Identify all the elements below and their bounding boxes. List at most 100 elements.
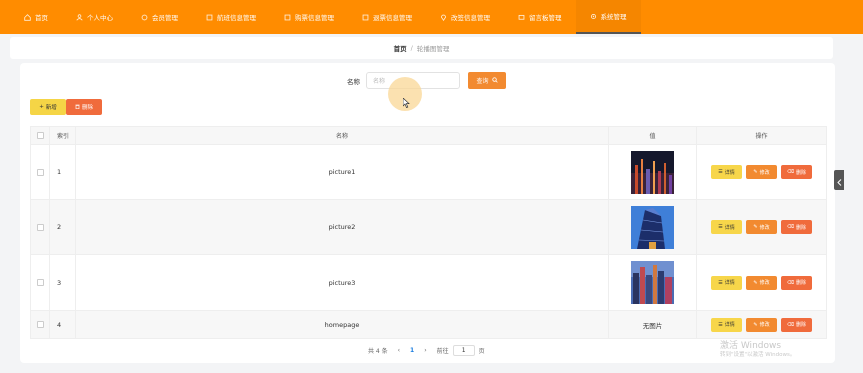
delete-button[interactable]: ⌫ 删除 xyxy=(781,220,812,234)
nav-item-label: 购票信息管理 xyxy=(295,14,334,22)
nav-item-messages[interactable]: 留言板管理 xyxy=(504,0,576,34)
row-value-cell xyxy=(609,255,697,310)
detail-button[interactable]: ☰ 详情 xyxy=(711,317,742,332)
edit-button[interactable]: ✎ 修改 xyxy=(746,317,777,332)
edit-button[interactable]: ✎ 修改 xyxy=(746,275,777,290)
edit-label: 修改 xyxy=(759,169,770,176)
row-value-text: 无图片 xyxy=(609,311,697,338)
edit-icon: ✎ xyxy=(753,169,758,175)
row-name: picture2 xyxy=(76,200,609,254)
mouse-cursor-icon xyxy=(402,93,410,112)
add-button-label: 新增 xyxy=(45,105,57,111)
plus-icon: + xyxy=(39,104,44,110)
row-actions: ☰ 详情 ✎ 修改 ⌫ 删除 xyxy=(697,311,826,338)
detail-label: 详情 xyxy=(724,169,735,176)
batch-delete-button[interactable]: 删除 xyxy=(66,99,102,115)
table-row: 2 picture2 ☰ 详情 ✎ 修改 ⌫ 删除 xyxy=(30,200,827,255)
edit-icon: ✎ xyxy=(753,321,758,328)
header-ops: 操作 xyxy=(755,133,768,140)
goto-page-input[interactable]: 1 xyxy=(452,345,475,356)
edit-label: 修改 xyxy=(759,280,770,286)
header-value: 值 xyxy=(609,127,697,144)
delete-label: 删除 xyxy=(796,169,807,176)
chevron-left-icon xyxy=(836,171,842,190)
goto-unit: 页 xyxy=(478,348,485,355)
goto-label: 前往 xyxy=(436,348,449,355)
nav-item-label: 退票信息管理 xyxy=(373,14,412,22)
detail-icon: ☰ xyxy=(718,224,723,230)
nav-item-home[interactable]: 首页 xyxy=(10,0,62,34)
side-panel-toggle[interactable] xyxy=(834,170,844,190)
search-bar: 名称 名称 查询 xyxy=(347,72,506,89)
nav-item-tickets[interactable]: 购票信息管理 xyxy=(270,0,348,34)
nav-item-system[interactable]: 系统管理 xyxy=(575,0,641,34)
edit-button[interactable]: ✎ 修改 xyxy=(746,220,777,234)
row-name: picture1 xyxy=(76,145,609,199)
detail-icon: ☰ xyxy=(718,321,723,328)
select-all-checkbox[interactable] xyxy=(36,132,44,139)
message-icon xyxy=(518,14,525,21)
people-icon xyxy=(141,14,148,21)
breadcrumb: 首页 / 轮播图管理 xyxy=(10,37,833,59)
header-checkbox-cell xyxy=(31,127,50,144)
nav-item-flights[interactable]: 航班信息管理 xyxy=(192,0,270,34)
edit-icon: ✎ xyxy=(753,224,758,230)
delete-button[interactable]: ⌫ 删除 xyxy=(781,275,812,290)
nav-item-members[interactable]: 会员管理 xyxy=(127,0,192,34)
nav-item-label: 个人中心 xyxy=(87,14,113,22)
table-header: 索引 名称 值 操作 xyxy=(30,126,827,145)
watermark-line-2: 转到"设置"以激活 Windows。 xyxy=(720,351,796,358)
delete-label: 删除 xyxy=(796,280,807,286)
nav-item-refunds[interactable]: 退票信息管理 xyxy=(348,0,426,34)
page-number-current[interactable]: 1 xyxy=(410,347,414,354)
row-checkbox-cell xyxy=(31,255,50,310)
detail-button[interactable]: ☰ 详情 xyxy=(711,165,742,179)
table-row: 1 picture1 ☰ 详情 ✎ 修改 ⌫ 删除 xyxy=(30,145,827,200)
plane-icon xyxy=(206,14,213,21)
row-checkbox-cell xyxy=(31,145,50,199)
row-checkbox[interactable] xyxy=(36,321,44,328)
row-name: homepage xyxy=(76,311,609,338)
add-button[interactable]: + 新增 xyxy=(30,99,66,115)
row-checkbox[interactable] xyxy=(36,223,44,231)
thumb-building-blue xyxy=(631,205,674,249)
row-checkbox[interactable] xyxy=(36,279,44,286)
nav-item-label: 航班信息管理 xyxy=(217,14,256,22)
ticket-icon xyxy=(284,14,291,21)
breadcrumb-home[interactable]: 首页 xyxy=(394,43,407,53)
search-button-label: 查询 xyxy=(476,78,489,85)
row-actions: ☰ 详情 ✎ 修改 ⌫ 删除 xyxy=(697,255,826,310)
row-actions: ☰ 详情 ✎ 修改 ⌫ 删除 xyxy=(697,145,826,199)
thumb-skyline xyxy=(631,261,674,304)
edit-icon: ✎ xyxy=(753,279,758,286)
delete-button[interactable]: ⌫ 删除 xyxy=(781,317,812,332)
home-icon xyxy=(24,13,31,21)
delete-label: 删除 xyxy=(796,322,807,328)
data-table: 索引 名称 值 操作 1 picture1 ☰ 详情 ✎ 修改 ⌫ 删除 2 p… xyxy=(30,126,827,339)
nav-item-label: 系统管理 xyxy=(600,13,627,21)
row-checkbox[interactable] xyxy=(36,168,44,176)
row-index: 3 xyxy=(50,255,76,310)
pagination-goto: 前往 1 页 xyxy=(437,345,485,356)
trash-icon: ⌫ xyxy=(786,224,795,230)
next-page-button[interactable]: › xyxy=(424,347,426,354)
detail-button[interactable]: ☰ 详情 xyxy=(711,275,742,290)
row-checkbox-cell xyxy=(31,200,50,254)
trash-icon: ⌫ xyxy=(786,321,795,328)
nav-item-changes[interactable]: 改签信息管理 xyxy=(426,0,504,34)
detail-icon: ☰ xyxy=(718,169,723,175)
row-index: 2 xyxy=(50,200,76,254)
edit-label: 修改 xyxy=(759,224,770,231)
location-icon xyxy=(440,14,447,21)
search-button[interactable]: 查询 xyxy=(468,72,506,89)
delete-button[interactable]: ⌫ 删除 xyxy=(781,165,812,179)
trash-icon xyxy=(75,104,80,111)
detail-label: 详情 xyxy=(724,224,735,231)
edit-button[interactable]: ✎ 修改 xyxy=(746,165,777,179)
pagination: 共 4 条 ‹ 1 › 前往 1 页 xyxy=(368,345,485,356)
detail-button[interactable]: ☰ 详情 xyxy=(711,220,742,234)
prev-page-button[interactable]: ‹ xyxy=(398,347,400,354)
batch-delete-label: 删除 xyxy=(81,105,93,111)
row-value-cell xyxy=(609,145,697,199)
nav-item-profile[interactable]: 个人中心 xyxy=(62,0,127,34)
